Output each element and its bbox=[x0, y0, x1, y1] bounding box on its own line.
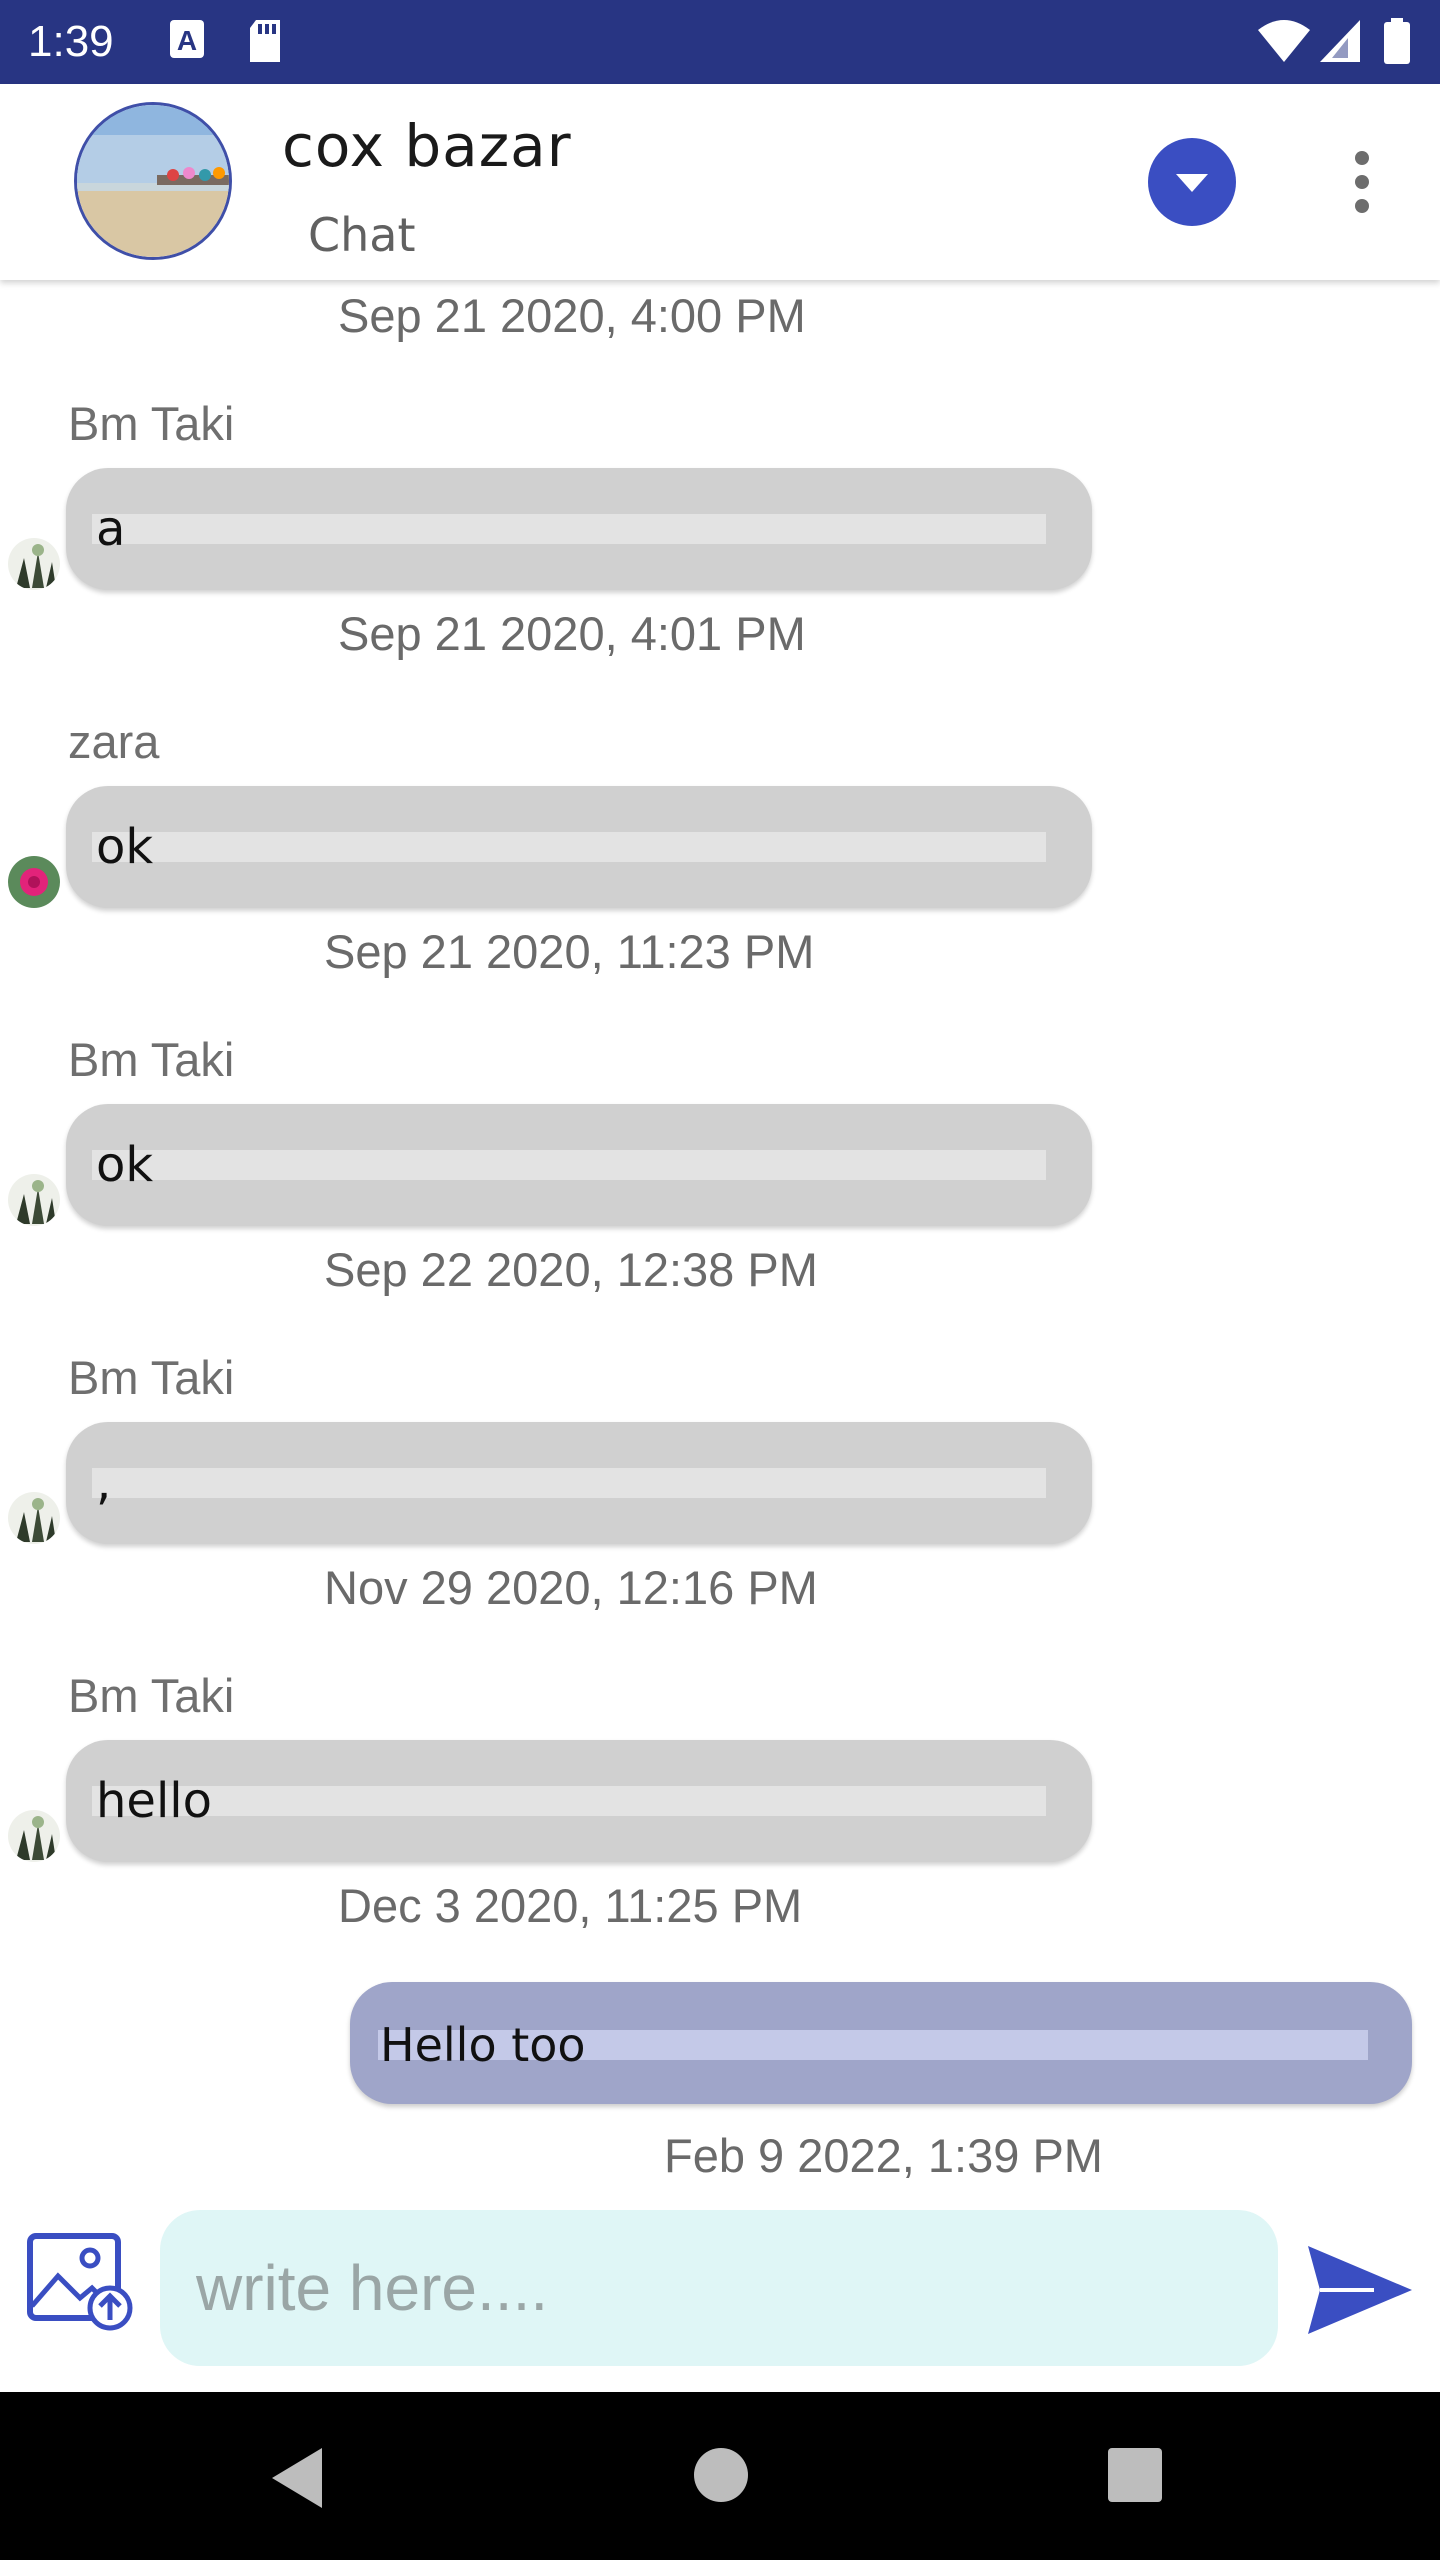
sender-name: zara bbox=[68, 715, 160, 768]
chat-screen: 1:39 A cox bazar Chat Sep 21 2020, 4:00 … bbox=[0, 0, 1440, 2560]
message-text: ok bbox=[96, 819, 154, 875]
status-time: 1:39 bbox=[28, 17, 114, 66]
sender-name: Bm Taki bbox=[68, 1669, 235, 1722]
sender-name: Bm Taki bbox=[68, 1033, 235, 1086]
recents-icon[interactable] bbox=[1108, 2448, 1162, 2502]
bmtaki-avatar[interactable] bbox=[8, 1492, 60, 1544]
message-text: ok bbox=[96, 1137, 154, 1193]
bubble-highlight bbox=[92, 1150, 1046, 1180]
chevron-down-icon bbox=[1176, 174, 1208, 192]
message-timestamp: Sep 21 2020, 4:01 PM bbox=[338, 607, 806, 660]
incoming-message-bubble[interactable]: , bbox=[66, 1422, 1092, 1544]
more-options-button[interactable] bbox=[1340, 150, 1384, 214]
battery-icon bbox=[1382, 18, 1412, 71]
beach-photo-avatar bbox=[77, 105, 229, 257]
message-input[interactable] bbox=[160, 2210, 1278, 2366]
message-text: Hello too bbox=[380, 2018, 586, 2072]
send-button[interactable] bbox=[1304, 2242, 1416, 2338]
svg-text:A: A bbox=[177, 25, 197, 56]
message-timestamp: Feb 9 2022, 1:39 PM bbox=[664, 2129, 1103, 2182]
group-subtitle: Chat bbox=[308, 208, 416, 262]
message-timestamp: Sep 22 2020, 12:38 PM bbox=[324, 1243, 818, 1296]
text-notification-icon: A bbox=[168, 18, 208, 67]
group-name: cox bazar bbox=[282, 112, 572, 180]
message-timestamp: Dec 3 2020, 11:25 PM bbox=[338, 1879, 803, 1932]
home-icon[interactable] bbox=[694, 2448, 748, 2502]
bubble-highlight bbox=[92, 1468, 1046, 1498]
message-timestamp: Sep 21 2020, 4:00 PM bbox=[338, 289, 806, 342]
outgoing-message-bubble[interactable]: Hello too bbox=[350, 1982, 1412, 2104]
message-timestamp: Nov 29 2020, 12:16 PM bbox=[324, 1561, 818, 1614]
bmtaki-avatar[interactable] bbox=[8, 1810, 60, 1862]
more-vert-icon bbox=[1355, 151, 1369, 213]
bmtaki-avatar[interactable] bbox=[8, 538, 60, 590]
system-navigation-bar bbox=[0, 2392, 1440, 2560]
message-timestamp: Sep 21 2020, 11:23 PM bbox=[324, 925, 815, 978]
incoming-message-bubble[interactable]: hello bbox=[66, 1740, 1092, 1862]
incoming-message-bubble[interactable]: ok bbox=[66, 1104, 1092, 1226]
image-upload-icon bbox=[27, 2233, 133, 2331]
status-bar: 1:39 A bbox=[0, 0, 1440, 84]
dropdown-button[interactable] bbox=[1148, 138, 1236, 226]
message-composer bbox=[0, 2190, 1440, 2390]
attach-image-button[interactable] bbox=[24, 2232, 136, 2332]
incoming-message-bubble[interactable]: ok bbox=[66, 786, 1092, 908]
send-icon bbox=[1308, 2246, 1412, 2334]
bmtaki-avatar[interactable] bbox=[8, 1174, 60, 1226]
message-text: a bbox=[96, 501, 126, 557]
sd-card-icon bbox=[246, 18, 284, 69]
sender-name: Bm Taki bbox=[68, 1351, 235, 1404]
sender-name: Bm Taki bbox=[68, 397, 235, 450]
app-bar: cox bazar Chat bbox=[0, 84, 1440, 280]
group-avatar[interactable] bbox=[74, 102, 232, 260]
bubble-highlight bbox=[92, 832, 1046, 862]
signal-icon bbox=[1318, 18, 1362, 69]
message-text: , bbox=[96, 1455, 112, 1511]
wifi-icon bbox=[1256, 18, 1312, 69]
bubble-highlight bbox=[92, 514, 1046, 544]
chat-message-list[interactable]: Sep 21 2020, 4:00 PM Bm Taki a Sep 21 20… bbox=[0, 280, 1440, 2190]
bubble-highlight bbox=[92, 1786, 1046, 1816]
zara-flower-avatar[interactable] bbox=[8, 856, 60, 908]
back-icon[interactable] bbox=[268, 2446, 328, 2510]
message-text: hello bbox=[96, 1773, 212, 1829]
incoming-message-bubble[interactable]: a bbox=[66, 468, 1092, 590]
